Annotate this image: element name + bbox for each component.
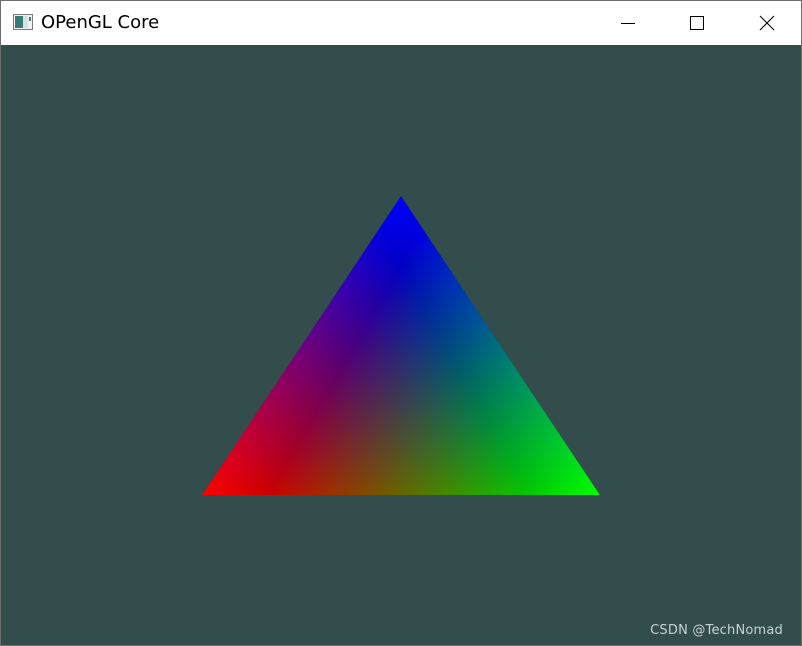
title-bar[interactable]: OPenGL Core	[1, 1, 801, 45]
window-app-icon	[13, 14, 33, 30]
opengl-viewport[interactable]: CSDN @TechNomad	[1, 45, 801, 645]
close-button[interactable]	[732, 1, 801, 45]
rgb-triangle	[202, 196, 600, 495]
window-title: OPenGL Core	[41, 12, 160, 33]
render-scene	[202, 196, 600, 495]
minimize-button[interactable]	[593, 1, 663, 45]
minimize-icon	[621, 23, 635, 24]
app-window: OPenGL Core CSDN @TechNomad	[0, 0, 802, 646]
maximize-button[interactable]	[662, 1, 732, 45]
watermark: CSDN @TechNomad	[650, 623, 783, 638]
maximize-icon	[690, 16, 704, 30]
close-icon	[759, 15, 775, 31]
